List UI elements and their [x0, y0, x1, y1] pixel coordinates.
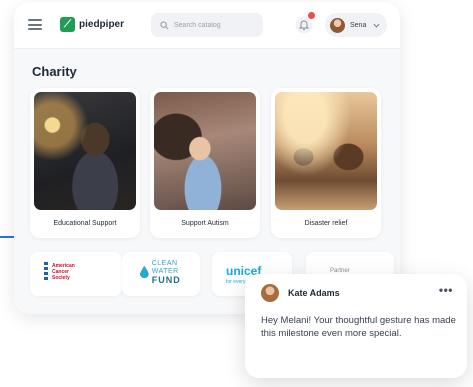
charity-image-disaster — [275, 92, 377, 210]
chevron-down-icon — [373, 23, 380, 28]
charity-image-autism — [154, 92, 256, 210]
charity-image-education — [34, 92, 136, 210]
message-text: Hey Melani! Your thoughtful gesture has … — [261, 315, 456, 339]
logo-text: piedpiper — [79, 19, 125, 30]
charity-label: Disaster relief — [304, 220, 348, 227]
acs-mark-icon — [44, 262, 48, 282]
brand-logo[interactable]: ⟋ piedpiper — [60, 17, 124, 32]
message-card: Kate Adams ••• Hey Melani! Your thoughtf… — [245, 274, 467, 378]
section-title: Charity — [32, 64, 77, 79]
menu-icon[interactable] — [28, 19, 42, 30]
search-icon — [160, 20, 169, 29]
notification-badge — [307, 11, 316, 20]
charity-card[interactable]: Educational Support — [30, 88, 140, 238]
partner-logo-line: FUND — [151, 275, 181, 285]
app-window: ⟋ piedpiper Sena — [14, 2, 400, 314]
logo-mark-icon: ⟋ — [60, 17, 75, 32]
avatar — [261, 284, 279, 302]
avatar — [330, 17, 345, 33]
charity-label: Support Autism — [181, 220, 229, 227]
top-navigation-bar: ⟋ piedpiper Sena — [14, 2, 400, 49]
search-box[interactable] — [151, 13, 263, 37]
american-cancer-society-logo: American Cancer Society — [44, 262, 75, 282]
charity-card[interactable]: Support Autism — [150, 88, 260, 238]
more-options-icon[interactable]: ••• — [439, 283, 453, 297]
charity-card[interactable]: Disaster relief — [271, 88, 381, 238]
partner-logo-card[interactable]: CLEAN WATER FUND — [122, 252, 200, 296]
partner-logo-card[interactable]: American Cancer Society — [30, 252, 122, 296]
partner-logo-line: Society — [52, 275, 70, 281]
partner-logo-line: CLEAN WATER — [151, 260, 179, 275]
search-input[interactable] — [174, 21, 254, 29]
user-name: Sena — [350, 21, 367, 29]
charity-label: Educational Support — [53, 220, 117, 227]
message-author: Kate Adams — [288, 288, 340, 298]
clean-water-fund-logo: CLEAN WATER FUND — [140, 260, 200, 285]
user-menu[interactable]: Sena — [325, 13, 387, 37]
screen: ⟋ piedpiper Sena — [0, 0, 473, 387]
water-drop-icon — [140, 265, 149, 279]
